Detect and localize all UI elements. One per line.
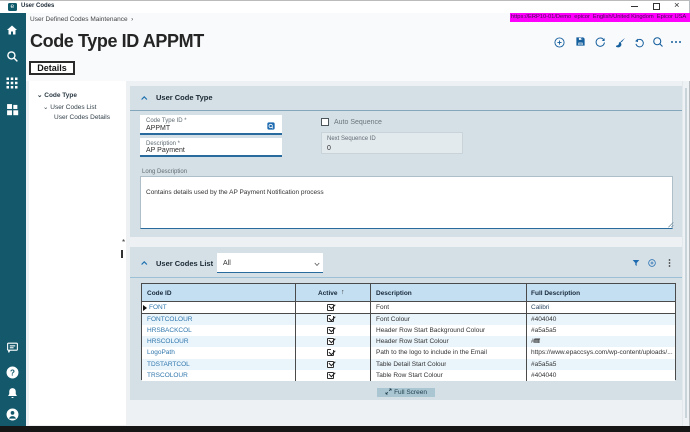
svg-text:?: ? — [10, 368, 15, 377]
